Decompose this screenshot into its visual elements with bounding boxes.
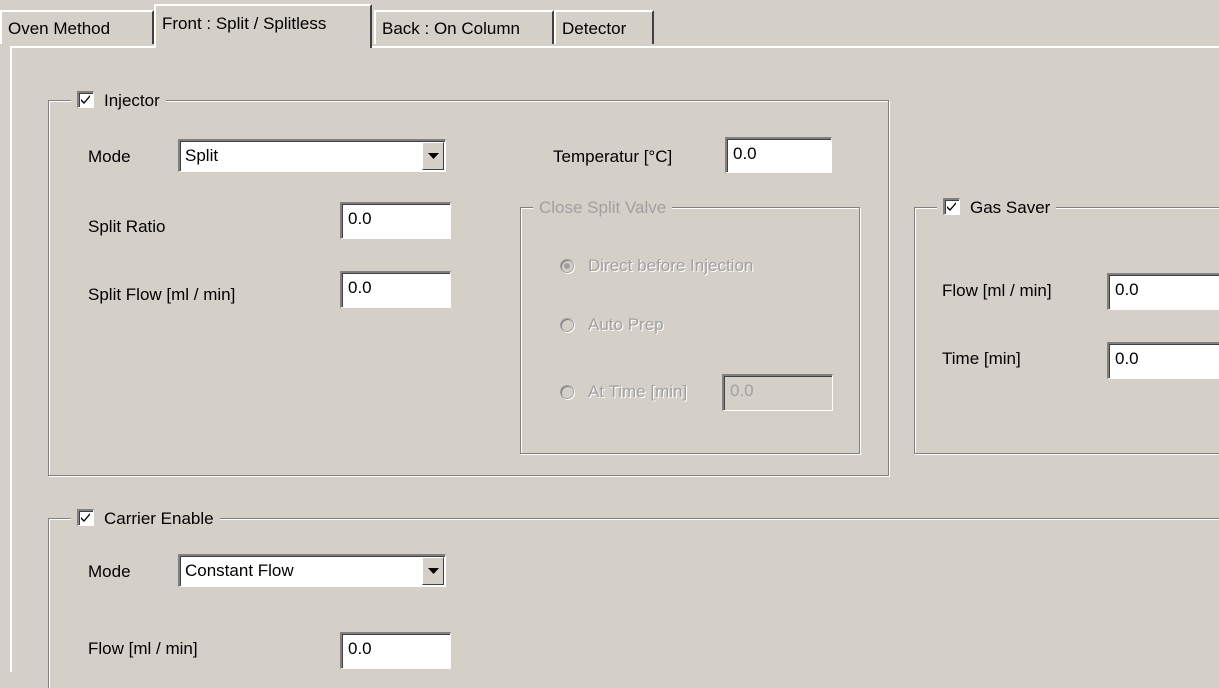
tab-label: Detector [562,19,627,38]
carrier-title: Carrier Enable [104,509,214,528]
gas-saver-checkbox[interactable] [943,198,960,216]
carrier-flow-input[interactable]: 0.0 [340,632,451,669]
injector-legend: Injector [71,88,166,114]
injector-mode-select[interactable]: Split [178,139,446,172]
radio-direct-label: Direct before Injection [588,256,754,275]
tab-detector[interactable]: Detector [554,10,654,44]
radio-at-time-label: At Time [min] [588,382,688,401]
gas-saver-title: Gas Saver [970,198,1051,217]
temperature-label: Temperatur [°C] [553,147,673,166]
gas-saver-time-input[interactable]: 0.0 [1107,342,1219,379]
split-ratio-label: Split Ratio [88,217,166,236]
radio-at-time[interactable] [560,385,574,399]
split-ratio-input[interactable]: 0.0 [340,202,451,239]
gas-saver-flow-label: Flow [ml / min] [942,281,1052,300]
chevron-down-icon [428,153,439,159]
gas-saver-group: Gas Saver [914,195,1219,454]
radio-selected-dot [564,263,570,269]
split-flow-input[interactable]: 0.0 [340,271,451,308]
carrier-mode-value: Constant Flow [185,561,294,580]
close-split-valve-legend: Close Split Valve [533,195,673,221]
dropdown-button[interactable] [422,557,444,585]
checkmark-icon [81,95,90,105]
injector-title: Injector [104,91,160,110]
checkmark-icon [947,202,956,212]
injector-mode-value: Split [185,146,219,165]
tab-label: Back : On Column [382,19,520,38]
dropdown-button[interactable] [422,142,444,170]
gas-saver-legend: Gas Saver [937,195,1057,221]
injector-mode-label: Mode [88,147,131,166]
tab-front-split-splitless[interactable]: Front : Split / Splitless [154,4,372,48]
carrier-group: Carrier Enable [48,506,1219,688]
temperature-input[interactable]: 0.0 [725,137,832,173]
tab-label: Oven Method [8,19,111,38]
split-flow-label: Split Flow [ml / min] [88,285,236,304]
gas-saver-flow-input[interactable]: 0.0 [1107,273,1219,310]
gas-saver-time-label: Time [min] [942,349,1021,368]
tab-back-on-column[interactable]: Back : On Column [374,10,554,44]
chevron-down-icon [428,568,439,574]
radio-auto-prep[interactable] [560,318,574,332]
at-time-input[interactable]: 0.0 [722,374,833,411]
tab-oven-method[interactable]: Oven Method [0,10,154,44]
carrier-mode-select[interactable]: Constant Flow [178,554,446,587]
carrier-enable-checkbox[interactable] [77,509,94,527]
radio-auto-prep-label: Auto Prep [588,315,664,334]
tab-strip: Oven Method Front : Split / Splitless Ba… [0,0,1219,48]
carrier-legend: Carrier Enable [71,506,220,532]
radio-direct-before-injection[interactable] [560,259,574,273]
injector-checkbox[interactable] [77,91,94,109]
tab-label: Front : Split / Splitless [162,14,327,33]
checkmark-icon [81,513,90,523]
carrier-flow-label: Flow [ml / min] [88,639,198,658]
carrier-mode-label: Mode [88,562,131,581]
